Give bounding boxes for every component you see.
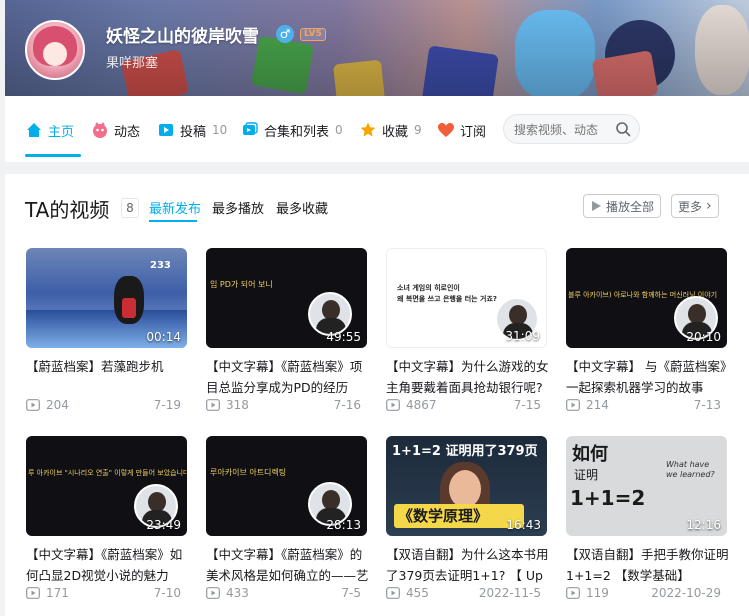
profile-nav: 主页 动态 投稿 10 合集和列表 0 收藏 9 订阅 <box>5 96 749 162</box>
play-count-icon <box>206 587 220 599</box>
tab-home[interactable]: 主页 <box>25 121 74 140</box>
video-thumbnail[interactable]: 루아카이브 아트디렉팅 28:13 <box>206 436 367 536</box>
video-thumbnail[interactable]: 如何 证明 1+1=2 What have we learned? 12:16 <box>566 436 727 536</box>
publish-date: 7-10 <box>153 586 181 600</box>
publish-date: 7-16 <box>333 398 361 412</box>
video-count-badge: 8 <box>121 198 139 218</box>
video-title[interactable]: 【双语自翻】为什么这本书用了379页去证明1+1? 【 Up <box>386 544 550 586</box>
video-title[interactable]: 【中文字幕】《蔚蓝档案》的美术风格是如何确立的——艺 <box>206 544 370 586</box>
play-count-icon <box>26 399 40 411</box>
profile-banner <box>5 0 749 96</box>
more-button[interactable]: 更多 › <box>671 194 719 218</box>
search-box[interactable] <box>503 114 640 144</box>
level-badge: LV5 <box>300 28 326 41</box>
sort-most-played[interactable]: 最多播放 <box>212 198 264 217</box>
video-title[interactable]: 【中文字幕】《蔚蓝档案》项目总监分享成为PD的经历 <box>206 356 370 398</box>
video-thumbnail[interactable]: 루 아카이브 "시나리오 연출" 이렇게 만들어 보았습니다 23:49 <box>26 436 187 536</box>
publish-date: 7-13 <box>693 398 721 412</box>
play-count-icon <box>26 587 40 599</box>
search-icon[interactable] <box>615 121 631 137</box>
sort-indicator <box>149 220 197 222</box>
star-icon <box>360 122 376 137</box>
video-thumbnail[interactable]: 임 PD가 되어 보니 49:55 <box>206 248 367 348</box>
view-count: 433 <box>226 586 249 600</box>
tab-upload[interactable]: 投稿 10 <box>157 121 227 140</box>
video-thumbnail[interactable]: 233 00:14 <box>26 248 187 348</box>
tab-dynamic[interactable]: 动态 <box>91 121 140 140</box>
video-title[interactable]: 【双语自翻】手把手教你证明1+1=2 【数学基础】 <box>566 544 730 586</box>
view-count: 318 <box>226 398 249 412</box>
publish-date: 7-19 <box>153 398 181 412</box>
tab-favorites[interactable]: 收藏 9 <box>359 121 422 140</box>
tab-subscriptions[interactable]: 订阅 <box>437 121 486 140</box>
video-title[interactable]: 【中文字幕】为什么游戏的女主角要戴着面具抢劫银行呢? <box>386 356 550 398</box>
video-thumbnail[interactable]: 소녀 게임의 히로인이 왜 복면을 쓰고 은행을 터는 거죠? 31:09 <box>386 248 547 348</box>
play-count-icon <box>206 399 220 411</box>
view-count: 204 <box>46 398 69 412</box>
play-count-icon <box>386 399 400 411</box>
videos-section: TA的视频 8 最新发布 最多播放 最多收藏 播放全部 更多 › 233 00:… <box>5 174 749 616</box>
section-title: TA的视频 <box>25 198 110 222</box>
video-title[interactable]: 【中文字幕】 与《蔚蓝档案》一起探索机器学习的故事 <box>566 356 730 398</box>
avatar[interactable] <box>25 20 85 80</box>
user-sign: 果咩那塞 <box>106 56 159 71</box>
view-count: 455 <box>406 586 429 600</box>
username: 妖怪之山的彼岸吹雪 <box>106 27 259 47</box>
publish-date: 7-15 <box>513 398 541 412</box>
sort-latest[interactable]: 最新发布 <box>149 198 201 217</box>
video-title[interactable]: 【中文字幕】《蔚蓝档案》如何凸显2D视觉小说的魅力 <box>26 544 190 586</box>
collection-icon <box>243 122 258 135</box>
active-tab-indicator <box>25 154 81 157</box>
view-count: 171 <box>46 586 69 600</box>
upload-icon <box>159 124 173 136</box>
play-count-icon <box>386 587 400 599</box>
view-count: 119 <box>586 586 609 600</box>
sort-most-favorited[interactable]: 最多收藏 <box>276 198 328 217</box>
tab-collection[interactable]: 合集和列表 0 <box>241 121 343 140</box>
publish-date: 2022-11-5 <box>478 586 541 600</box>
play-all-button[interactable]: 播放全部 <box>583 194 662 218</box>
view-count: 4867 <box>406 398 437 412</box>
chevron-right-icon: › <box>706 198 712 214</box>
video-thumbnail[interactable]: 블루 아카이브) 아로나와 함께하는 머신러닝 이야기 20:10 <box>566 248 727 348</box>
video-title[interactable]: 【蔚蓝档案】若藻跑步机 <box>26 356 190 398</box>
dynamic-icon <box>93 122 107 138</box>
publish-date: 7-5 <box>341 586 361 600</box>
play-count-icon <box>566 399 580 411</box>
heart-icon <box>438 123 454 137</box>
publish-date: 2022-10-29 <box>651 586 721 600</box>
male-icon: ♂ <box>276 25 294 43</box>
play-icon <box>592 201 601 211</box>
play-count-icon <box>566 587 580 599</box>
video-thumbnail[interactable]: 1+1=2 证明用了379页 《数学原理》 16:43 <box>386 436 547 536</box>
search-input[interactable] <box>514 121 610 138</box>
view-count: 214 <box>586 398 609 412</box>
home-icon <box>27 123 41 137</box>
